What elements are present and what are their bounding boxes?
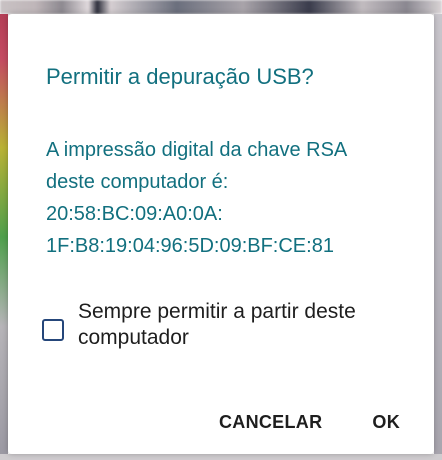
always-allow-checkbox[interactable]: [42, 319, 64, 341]
dialog-actions: CANCELAR OK: [219, 412, 400, 433]
usb-debugging-dialog: Permitir a depuração USB? A impressão di…: [8, 14, 434, 454]
rsa-fingerprint-line: 20:58:BC:09:A0:0A:: [46, 203, 223, 225]
dialog-title: Permitir a depuração USB?: [46, 64, 314, 89]
screen: Permitir a depuração USB? A impressão di…: [0, 0, 442, 460]
message-line: deste computador é:: [46, 171, 229, 193]
background-app-edge-bottom: [0, 454, 442, 460]
background-app-edge-left: [0, 14, 8, 460]
background-app-blur: [0, 0, 442, 14]
dialog-message: A impressão digital da chave RSA deste c…: [46, 134, 426, 262]
always-allow-row[interactable]: Sempre permitir a partir deste computado…: [42, 299, 422, 351]
ok-button[interactable]: OK: [372, 412, 400, 433]
background-app-edge-right: [434, 14, 442, 460]
cancel-button[interactable]: CANCELAR: [219, 412, 322, 433]
rsa-fingerprint-line: 1F:B8:19:04:96:5D:09:BF:CE:81: [46, 235, 334, 257]
always-allow-label[interactable]: Sempre permitir a partir deste computado…: [78, 299, 356, 351]
message-line: A impressão digital da chave RSA: [46, 139, 348, 161]
checkbox-label-line[interactable]: computador: [78, 325, 356, 351]
checkbox-label-line[interactable]: Sempre permitir a partir deste: [78, 299, 356, 325]
